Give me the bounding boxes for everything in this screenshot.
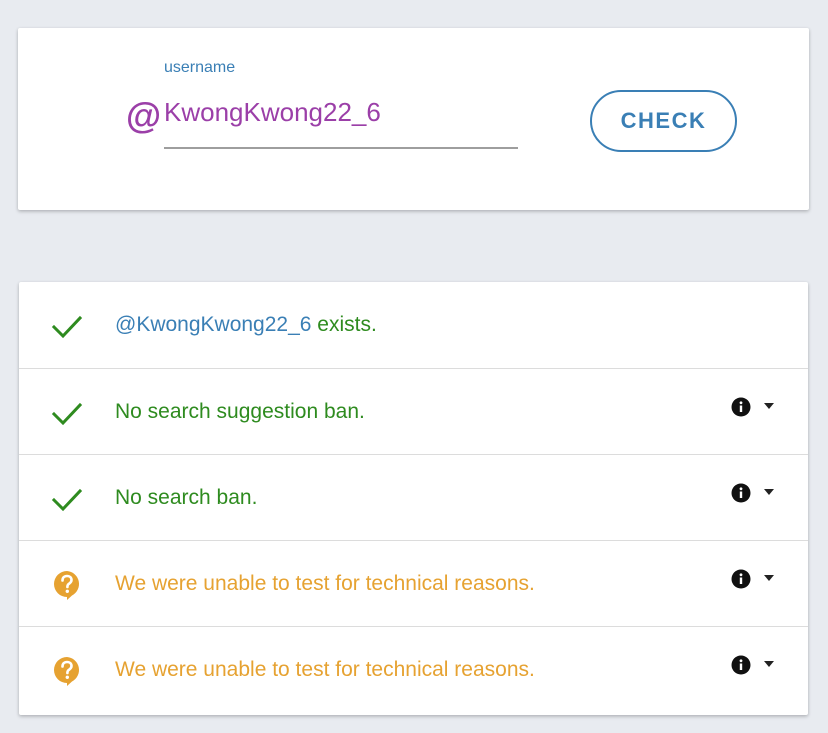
info-toggle[interactable]	[731, 397, 781, 417]
results-card: @KwongKwong22_6 exists. No search sugges…	[19, 282, 808, 715]
result-message: We were unable to test for technical rea…	[115, 572, 535, 595]
info-icon[interactable]	[731, 655, 751, 675]
info-icon[interactable]	[731, 483, 751, 503]
result-row-search-suggestion-ban: No search suggestion ban.	[19, 368, 808, 455]
caret-down-icon[interactable]	[763, 402, 775, 410]
result-message: No search ban.	[115, 486, 258, 509]
info-toggle[interactable]	[731, 655, 781, 675]
info-toggle[interactable]	[731, 569, 781, 589]
result-row-ghost-ban: We were unable to test for technical rea…	[19, 540, 808, 627]
username-input-underline	[164, 147, 518, 149]
result-message: @KwongKwong22_6 exists.	[115, 310, 377, 340]
question-bubble-icon	[54, 571, 80, 600]
result-row-reply-deboosting: We were unable to test for technical rea…	[19, 626, 808, 713]
info-icon[interactable]	[731, 569, 751, 589]
check-button[interactable]: CHECK	[590, 90, 737, 152]
check-icon	[51, 402, 83, 426]
question-bubble-icon	[54, 657, 80, 686]
result-row-search-ban: No search ban.	[19, 454, 808, 541]
result-message: We were unable to test for technical rea…	[115, 658, 535, 681]
result-message: No search suggestion ban.	[115, 400, 365, 423]
check-icon	[51, 315, 83, 339]
caret-down-icon[interactable]	[763, 488, 775, 496]
username-field-label: username	[164, 59, 236, 76]
result-message-text: exists.	[311, 313, 377, 336]
info-toggle[interactable]	[731, 483, 781, 503]
check-icon	[51, 488, 83, 512]
at-sign-icon: @	[126, 95, 162, 136]
username-lookup-card: @ username KwongKwong22_6 CHECK	[18, 28, 809, 210]
info-icon[interactable]	[731, 397, 751, 417]
caret-down-icon[interactable]	[763, 660, 775, 668]
result-row-exists: @KwongKwong22_6 exists.	[19, 282, 808, 368]
result-handle: @KwongKwong22_6	[115, 313, 312, 336]
caret-down-icon[interactable]	[763, 574, 775, 582]
username-input[interactable]: KwongKwong22_6	[164, 94, 518, 130]
